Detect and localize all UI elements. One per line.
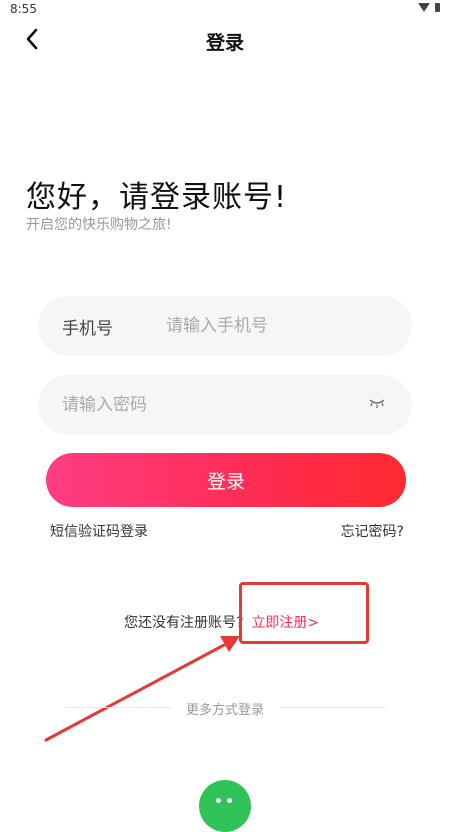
wechat-login-button[interactable] <box>199 780 251 832</box>
header: 登录 <box>0 20 450 60</box>
back-arrow-icon <box>26 28 38 50</box>
eye-closed-icon[interactable] <box>368 397 386 409</box>
login-button[interactable]: 登录 <box>46 453 406 507</box>
forgot-password-link[interactable]: 忘记密码? <box>341 521 404 541</box>
wifi-icon <box>418 3 430 12</box>
phone-field: 手机号 <box>38 296 412 356</box>
status-bar: 8:55 <box>0 0 450 20</box>
password-input[interactable] <box>62 375 362 435</box>
register-prompt: 您还没有注册账号? <box>124 615 244 631</box>
greeting-subtitle: 开启您的快乐购物之旅! <box>26 217 172 233</box>
register-link[interactable]: 立即注册> <box>251 612 319 632</box>
status-time: 8:55 <box>10 2 37 16</box>
phone-label: 手机号 <box>62 319 113 339</box>
sms-login-link[interactable]: 短信验证码登录 <box>50 521 148 541</box>
phone-input[interactable] <box>166 296 396 356</box>
battery-icon <box>435 3 440 12</box>
more-login-methods-label: 更多方式登录 <box>185 703 264 718</box>
back-button[interactable] <box>14 22 50 56</box>
page-title: 登录 <box>205 32 244 54</box>
greeting-heading: 您好，请登录账号! <box>26 180 288 215</box>
status-icons <box>418 3 440 12</box>
password-field <box>38 375 412 435</box>
register-row: 您还没有注册账号? 立即注册> <box>124 612 319 632</box>
divider-right <box>280 707 386 708</box>
